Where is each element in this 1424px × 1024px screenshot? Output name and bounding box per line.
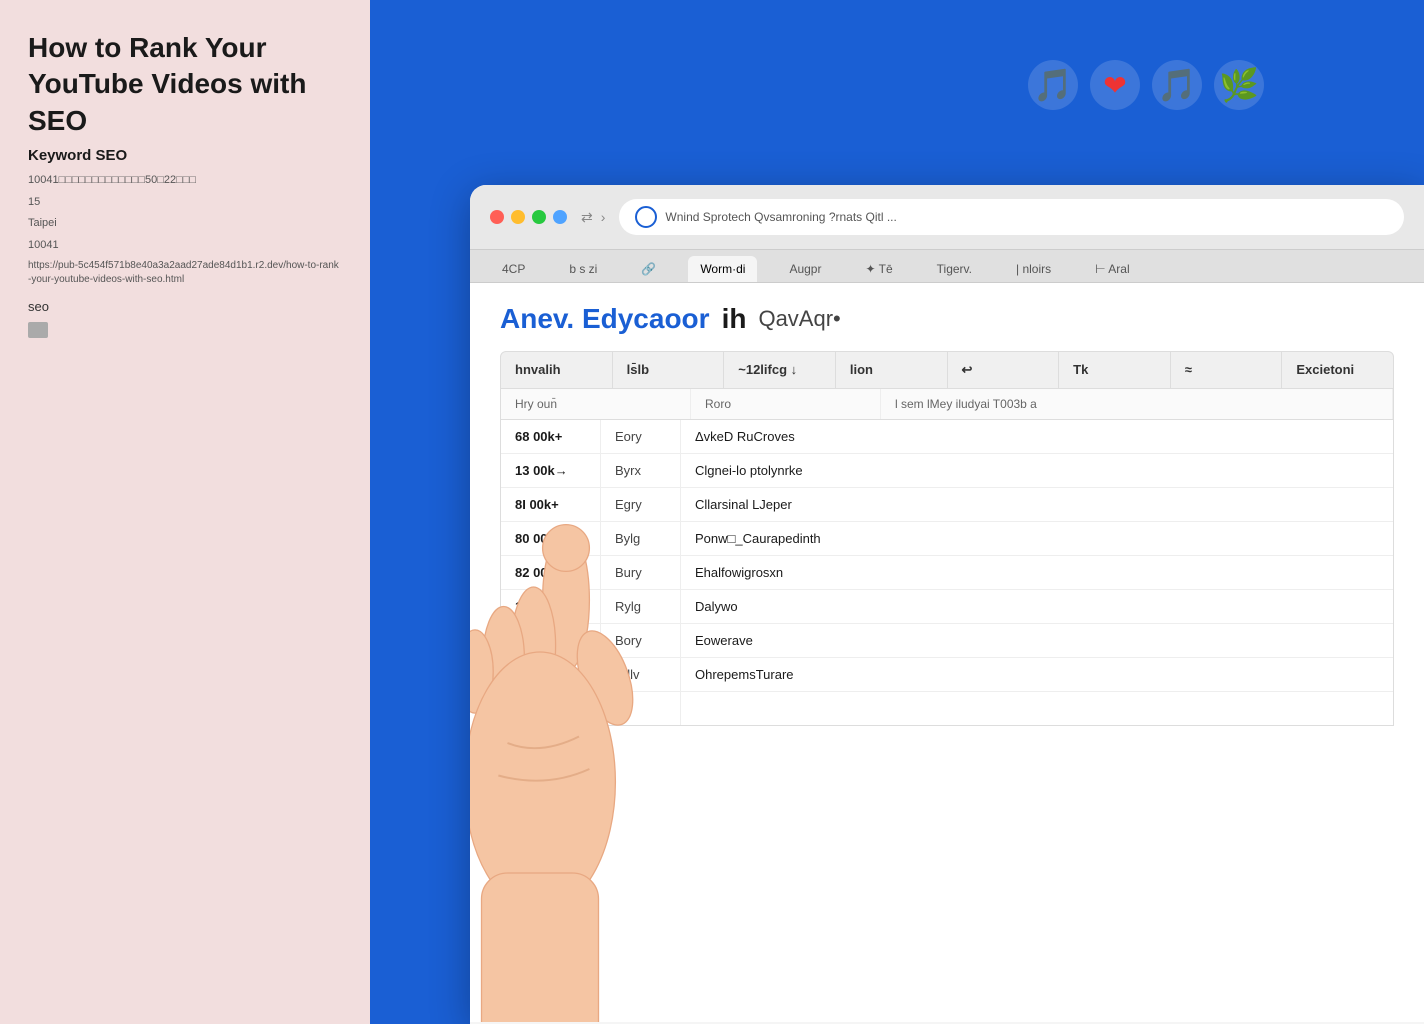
- leaf-icon: 🌿: [1214, 60, 1264, 110]
- tab-8[interactable]: ⊢ Aral: [1083, 256, 1141, 282]
- table-row: 80 00k+ Bylg Ponw□_Caurapedinth: [501, 522, 1393, 556]
- music-icon-2: 🎵: [1152, 60, 1202, 110]
- cell-text: [681, 692, 1393, 725]
- browser-content: Anev. Edycaoor ih QavAqr• hnvalih ls̄lb …: [470, 283, 1424, 1022]
- close-button[interactable]: [490, 210, 504, 224]
- cell-text: Dalywo: [681, 590, 1393, 623]
- cell-text: Ponw□_Caurapedinth: [681, 522, 1393, 555]
- th-4: ↩: [948, 352, 1060, 388]
- meta-line2: 15: [28, 194, 342, 212]
- tab-5[interactable]: ✦ Tē: [853, 256, 904, 282]
- th-5: Tk: [1059, 352, 1171, 388]
- right-panel: 🎵 ❤ 🎵 🌿 ⇄ › Wnind Sprotech Qvsamroning ?…: [370, 0, 1424, 1024]
- meta-line3: Taipei: [28, 215, 342, 233]
- left-sidebar: How to Rank Your YouTube Videos with SEO…: [0, 0, 370, 1024]
- traffic-lights: [490, 210, 567, 224]
- address-circle-icon: [635, 206, 657, 228]
- sub-2: l sem lMey iludyai T003b a: [881, 389, 1393, 419]
- meta-line4: 10041: [28, 237, 342, 255]
- cell-text: Ehalfowigrosxn: [681, 556, 1393, 589]
- cell-mid: Bylg: [601, 522, 681, 555]
- cell-num: 32 00k+: [501, 624, 601, 657]
- tag-label: seo: [28, 299, 342, 314]
- browser-window: ⇄ › Wnind Sprotech Qvsamroning ?rnats Qi…: [470, 185, 1424, 1024]
- maximize-button[interactable]: [532, 210, 546, 224]
- page-title: How to Rank Your YouTube Videos with SEO: [28, 30, 342, 139]
- th-7: Excietoni: [1282, 352, 1393, 388]
- sub-0: Hry oun̄: [501, 389, 691, 419]
- keyword-label: Keyword SEO: [28, 147, 342, 164]
- cell-mid: Nillv: [601, 658, 681, 691]
- th-0: hnvalih: [501, 352, 613, 388]
- cell-mid: Bory: [601, 624, 681, 657]
- th-2: ~12lifcg ↓: [724, 352, 836, 388]
- cell-mid: [601, 692, 681, 725]
- content-title-part1: Anev. Edycaoor: [500, 303, 710, 335]
- content-title: Anev. Edycaoor ih QavAqr•: [500, 303, 1394, 335]
- tab-4[interactable]: Augpr: [777, 256, 833, 282]
- minimize-button[interactable]: [511, 210, 525, 224]
- cell-mid: Egry: [601, 488, 681, 521]
- music-icon-1: 🎵: [1028, 60, 1078, 110]
- address-text: Wnind Sprotech Qvsamroning ?rnats Qitl .…: [665, 210, 896, 224]
- table-header: hnvalih ls̄lb ~12lifcg ↓ lion ↩ Tk ≈ Exc…: [500, 351, 1394, 389]
- browser-tabs-bar: 4CP b s zi 🔗 Worm·di Augpr ✦ Tē Tigerv. …: [470, 250, 1424, 283]
- cell-num: 80 00k+: [501, 522, 601, 555]
- cell-text: OhrepemsTurare: [681, 658, 1393, 691]
- tab-2[interactable]: 🔗: [629, 256, 668, 282]
- tab-6[interactable]: Tigerv.: [925, 256, 984, 282]
- heart-icon: ❤: [1090, 60, 1140, 110]
- cell-num: 68 00k+: [501, 420, 601, 453]
- content-title-part2: ih: [722, 303, 747, 335]
- cell-num: 82 00k+: [501, 556, 601, 589]
- table-row: 13 00k→ Byrx Clgnei-lo ptolynrke: [501, 454, 1393, 488]
- cell-num: 8I 00k+: [501, 488, 601, 521]
- meta-line1: 10041□□□□□□□□□□□□□50□22□□□: [28, 172, 342, 190]
- content-title-part3: QavAqr•: [758, 306, 840, 332]
- tab-0[interactable]: 4CP: [490, 256, 537, 282]
- table-row: 17 00k+ Rylg Dalywo: [501, 590, 1393, 624]
- cell-num: S0 00k+: [501, 658, 601, 691]
- back-icon[interactable]: ⇄: [581, 209, 593, 226]
- browser-nav: ⇄ ›: [581, 209, 605, 226]
- cell-mid: Byrx: [601, 454, 681, 487]
- extra-button[interactable]: [553, 210, 567, 224]
- cell-num: 17 00k+: [501, 590, 601, 623]
- tab-3[interactable]: Worm·di: [688, 256, 757, 282]
- cell-text: Cllarsinal LJeper: [681, 488, 1393, 521]
- cell-mid: Eory: [601, 420, 681, 453]
- th-3: lion: [836, 352, 948, 388]
- cell-mid: Rylg: [601, 590, 681, 623]
- data-rows: 68 00k+ Eory ΔvkeD RuCroves 13 00k→ Byrx…: [500, 420, 1394, 726]
- cell-text: ΔvkeD RuCroves: [681, 420, 1393, 453]
- top-icons-row: 🎵 ❤ 🎵 🌿: [1028, 60, 1264, 110]
- table-row: S0 00k+ Nillv OhrepemsTurare: [501, 658, 1393, 692]
- th-1: ls̄lb: [613, 352, 725, 388]
- cell-num: 13 00k→: [501, 454, 601, 487]
- table-row: 8I 00k+ Egry Cllarsinal LJeper: [501, 488, 1393, 522]
- browser-chrome: ⇄ › Wnind Sprotech Qvsamroning ?rnats Qi…: [470, 185, 1424, 250]
- table-row: 32 00k+ Bory Eowerave: [501, 624, 1393, 658]
- cell-num: 8F 00k+: [501, 692, 601, 725]
- data-table: hnvalih ls̄lb ~12lifcg ↓ lion ↩ Tk ≈ Exc…: [500, 351, 1394, 726]
- cell-mid: Bury: [601, 556, 681, 589]
- tab-7[interactable]: | nloirs: [1004, 256, 1063, 282]
- cell-text: Clgnei-lo ptolynrke: [681, 454, 1393, 487]
- tag-icon: [28, 322, 48, 338]
- th-6: ≈: [1171, 352, 1283, 388]
- page-url: https://pub-5c454f571b8e40a3a2aad27ade84…: [28, 259, 342, 287]
- sub-1: Roro: [691, 389, 881, 419]
- table-subheader: Hry oun̄ Roro l sem lMey iludyai T003b a: [500, 389, 1394, 420]
- table-row: 82 00k+ Bury Ehalfowigrosxn: [501, 556, 1393, 590]
- table-row: 68 00k+ Eory ΔvkeD RuCroves: [501, 420, 1393, 454]
- forward-icon[interactable]: ›: [601, 209, 606, 225]
- cell-text: Eowerave: [681, 624, 1393, 657]
- table-row: 8F 00k+: [501, 692, 1393, 725]
- address-bar[interactable]: Wnind Sprotech Qvsamroning ?rnats Qitl .…: [619, 199, 1404, 235]
- tab-1[interactable]: b s zi: [557, 256, 609, 282]
